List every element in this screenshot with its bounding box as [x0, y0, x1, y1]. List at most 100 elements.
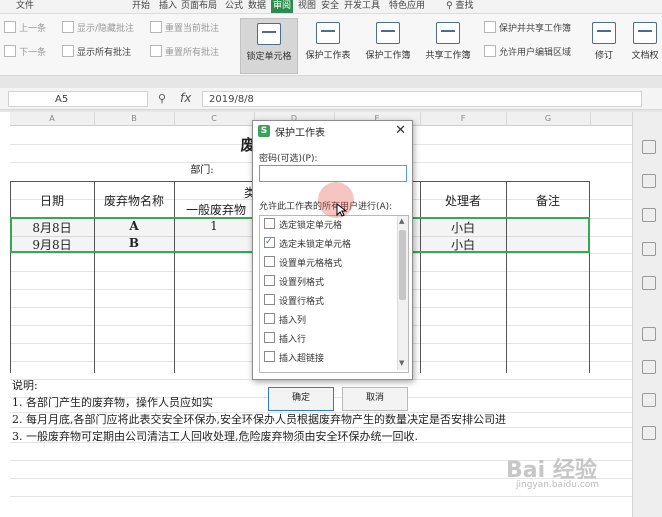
scroll-down-icon[interactable]: ▼: [399, 359, 404, 367]
scroll-up-icon[interactable]: ▲: [399, 217, 404, 225]
share-workbook-button[interactable]: 共享工作簿: [420, 18, 476, 72]
col-header-c[interactable]: C: [174, 112, 255, 126]
next-comment-button[interactable]: 下一条: [4, 44, 46, 62]
menu-developer[interactable]: 开发工具: [344, 0, 380, 13]
track-changes-button[interactable]: 修订: [588, 18, 620, 72]
reset-all-comments-button[interactable]: 重置所有批注: [150, 44, 219, 62]
dialog-title-bar[interactable]: S 保护工作表 ✕: [253, 121, 412, 141]
allow-edit-ranges-button[interactable]: 允许用户编辑区域: [484, 44, 571, 62]
next-comment-icon: [4, 45, 16, 57]
perm-format-rows[interactable]: 设置行格式: [264, 294, 324, 308]
col-header-a[interactable]: A: [10, 112, 95, 126]
menu-view[interactable]: 视图: [298, 0, 316, 13]
share-workbook-icon: [436, 22, 460, 44]
comments-icon: [62, 45, 74, 57]
name-box[interactable]: A5: [8, 91, 148, 107]
menu-home[interactable]: 开始: [132, 0, 150, 13]
grid-line: [10, 496, 632, 497]
close-icon[interactable]: ✕: [395, 123, 406, 138]
menu-data[interactable]: 数据: [248, 0, 266, 13]
review-ribbon: 上一条 显示/隐藏批注 重置当前批注 下一条 显示所有批注 重置所有批注 锁定单…: [0, 14, 662, 76]
header-remark: 备注: [535, 194, 560, 208]
password-label: 密码(可选)(P):: [259, 154, 318, 164]
show-all-comments-button[interactable]: 显示所有批注: [62, 44, 131, 62]
permissions-scrollbar[interactable]: ▲ ▼: [397, 216, 408, 370]
edit-ranges-icon: [484, 45, 496, 57]
menu-file[interactable]: 文件: [16, 0, 34, 13]
perm-format-columns[interactable]: 设置列格式: [264, 275, 324, 289]
checkbox[interactable]: [264, 332, 275, 343]
side-pane-icon[interactable]: [642, 360, 656, 374]
protect-sheet-dialog: S 保护工作表 ✕ 密码(可选)(P): 允许此工作表的所有用户进行(A): 选…: [252, 120, 413, 411]
protect-sheet-button[interactable]: 保护工作表: [300, 18, 356, 72]
permissions-list[interactable]: 选定锁定单元格 选定未锁定单元格 设置单元格格式 设置列格式 设置行格式 插入列…: [259, 215, 409, 373]
checkbox[interactable]: [264, 351, 275, 362]
header-waste-name: 废弃物名称: [103, 194, 164, 208]
table-col-divider: [506, 181, 507, 373]
table-col-divider: [94, 181, 95, 373]
menu-page-layout[interactable]: 页面布局: [181, 0, 217, 13]
comment-icon: [62, 21, 74, 33]
checkbox[interactable]: [264, 256, 275, 267]
perm-insert-hyperlinks[interactable]: 插入超链接: [264, 351, 324, 365]
menu-review[interactable]: 审阅: [271, 0, 294, 13]
checkbox[interactable]: [264, 294, 275, 305]
menu-bar: 文件 开始 插入 页面布局 公式 数据 审阅 视图 安全 开发工具 特色应用 ⚲…: [0, 0, 662, 14]
header-handler: 处理者: [444, 194, 481, 208]
menu-search[interactable]: ⚲ 查找: [446, 0, 473, 13]
col-header-f[interactable]: F: [420, 112, 507, 126]
checkbox-checked[interactable]: [264, 235, 275, 249]
track-changes-icon: [592, 22, 616, 44]
zoom-icon[interactable]: ⚲: [158, 92, 166, 105]
formula-input[interactable]: 2019/8/8: [202, 91, 642, 107]
fx-label[interactable]: fx: [180, 91, 191, 105]
dialog-title: 保护工作表: [275, 128, 325, 139]
password-input[interactable]: [259, 165, 407, 182]
side-pane-icon[interactable]: [642, 393, 656, 407]
side-pane-icon[interactable]: [642, 426, 656, 440]
cancel-button[interactable]: 取消: [342, 387, 408, 411]
perm-select-unlocked[interactable]: 选定未锁定单元格: [264, 235, 351, 251]
perm-select-locked[interactable]: 选定锁定单元格: [264, 218, 342, 232]
side-pane-icon[interactable]: [642, 140, 656, 154]
perm-insert-columns[interactable]: 插入列: [264, 313, 306, 327]
app-logo-icon: S: [258, 125, 270, 137]
side-pane-icon[interactable]: [642, 242, 656, 256]
perm-format-cells[interactable]: 设置单元格格式: [264, 256, 342, 270]
side-pane-icon[interactable]: [642, 208, 656, 222]
checkbox[interactable]: [264, 218, 275, 229]
note-2: 2. 每月月底,各部门应将此表交安全环保办,安全环保办人员根据废弃物产生的数量决…: [12, 413, 506, 426]
table-col-divider: [420, 181, 421, 373]
col-header-b[interactable]: B: [94, 112, 175, 126]
protect-share-workbook-button[interactable]: 保护并共享工作簿: [484, 20, 571, 38]
protect-workbook-icon: [376, 22, 400, 44]
note-3: 3. 一般废弃物可定期由公司清洁工人回收处理,危险废弃物须由安全环保办统一回收.: [12, 430, 418, 443]
formula-bar: A5 ⚲ fx 2019/8/8: [0, 88, 662, 110]
col-header-g[interactable]: G: [506, 112, 591, 126]
watermark-url: jingyan.baidu.com: [516, 480, 600, 490]
checkbox[interactable]: [264, 275, 275, 286]
ok-button[interactable]: 确定: [268, 387, 334, 411]
side-pane-icon[interactable]: [642, 327, 656, 341]
protect-workbook-button[interactable]: 保护工作簿: [360, 18, 416, 72]
protect-share-icon: [484, 21, 496, 33]
prev-comment-button[interactable]: 上一条: [4, 20, 46, 38]
header-general-waste: 一般废弃物: [185, 203, 246, 217]
side-pane-icon[interactable]: [642, 276, 656, 290]
menu-insert[interactable]: 插入: [159, 0, 177, 13]
notes-heading: 说明:: [12, 379, 38, 392]
reset-comment-button[interactable]: 重置当前批注: [150, 20, 219, 38]
menu-special[interactable]: 特色应用: [389, 0, 425, 13]
prev-comment-icon: [4, 21, 16, 33]
menu-formula[interactable]: 公式: [225, 0, 243, 13]
checkbox[interactable]: [264, 313, 275, 324]
perm-insert-rows[interactable]: 插入行: [264, 332, 306, 346]
side-pane-icon[interactable]: [642, 174, 656, 188]
scroll-thumb[interactable]: [399, 230, 406, 300]
doc-permissions-button[interactable]: 文档权: [628, 18, 662, 72]
toggle-comment-button[interactable]: 显示/隐藏批注: [62, 20, 134, 38]
menu-security[interactable]: 安全: [321, 0, 339, 13]
note-1: 1. 各部门产生的废弃物，操作人员应如实: [12, 396, 213, 409]
lock-cell-button[interactable]: 锁定单元格: [240, 18, 298, 74]
department-label: 部门:: [190, 165, 214, 176]
